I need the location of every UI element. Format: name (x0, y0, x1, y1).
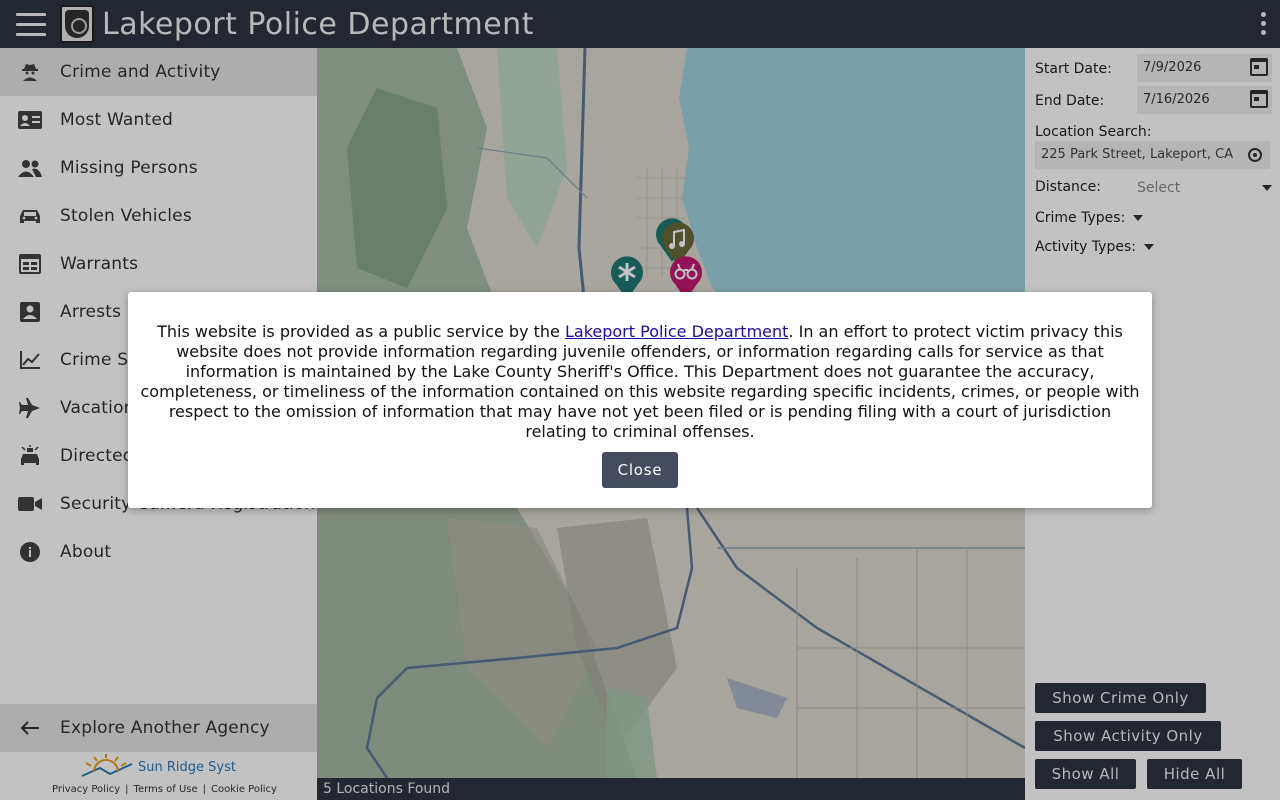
disclaimer-text: This website is provided as a public ser… (140, 322, 1140, 441)
disclaimer-dialog: This website is provided as a public ser… (128, 292, 1152, 508)
agency-link[interactable]: Lakeport Police Department (565, 322, 788, 341)
close-button[interactable]: Close (602, 452, 678, 488)
